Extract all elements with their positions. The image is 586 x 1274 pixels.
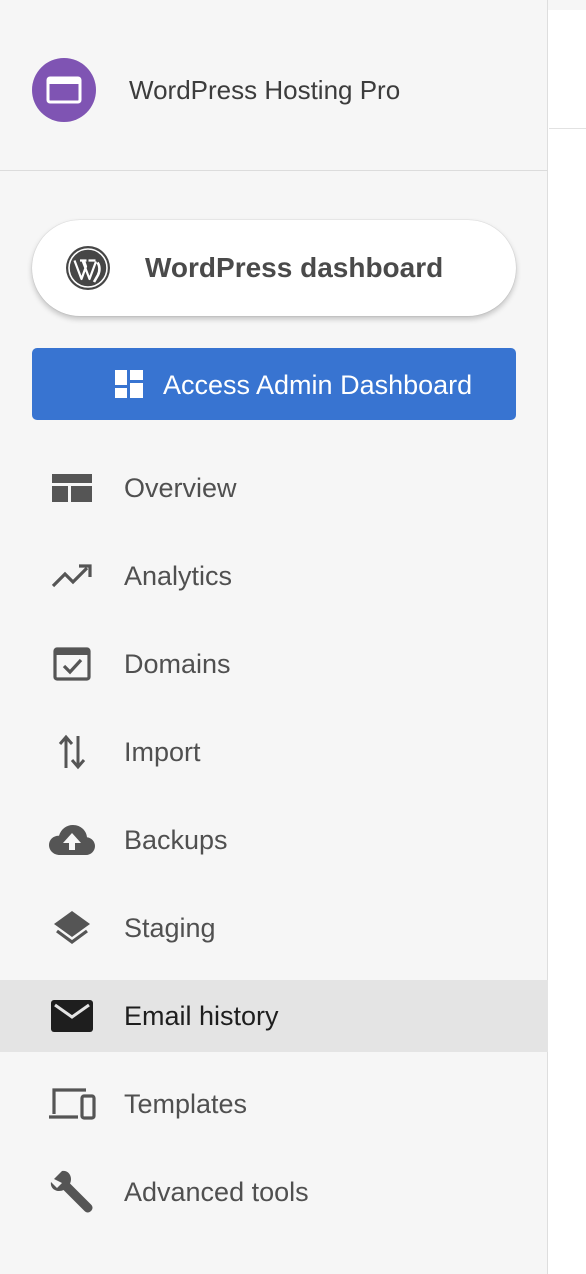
access-admin-dashboard-button[interactable]: Access Admin Dashboard [32, 348, 516, 420]
wordpress-logo-icon [66, 246, 110, 290]
sidebar-item-overview[interactable]: Overview [0, 444, 548, 532]
sidebar-item-backups[interactable]: Backups [0, 796, 548, 884]
header-divider [549, 128, 586, 129]
sidebar-item-analytics[interactable]: Analytics [0, 532, 548, 620]
sidebar-item-label: Backups [124, 825, 228, 855]
access-admin-dashboard-label: Access Admin Dashboard [163, 370, 473, 400]
sidebar-item-label: Staging [124, 913, 216, 943]
browser-window-icon [46, 76, 82, 104]
sidebar-item-label: Overview [124, 473, 237, 503]
sidebar-item-label: Analytics [124, 561, 233, 591]
wrench-icon [48, 1170, 96, 1213]
site-avatar[interactable] [32, 58, 96, 122]
dashboard-grid-icon [115, 370, 143, 398]
sidebar-item-import[interactable]: Import [0, 708, 548, 796]
sidebar-item-staging[interactable]: Staging [0, 884, 548, 972]
sidebar-item-templates[interactable]: Templates [0, 1060, 548, 1148]
sidebar-item-label: Templates [124, 1089, 248, 1119]
sidebar-item-label: Email history [124, 1001, 279, 1031]
sidebar-item-label: Domains [124, 649, 231, 679]
wordpress-dashboard-label: WordPress dashboard [145, 252, 444, 283]
sidebar-item-label: Advanced tools [124, 1177, 309, 1207]
mail-icon [48, 996, 96, 1036]
trending-up-icon [48, 556, 96, 596]
sidebar: WordPress Hosting Pro WordPress dashboar… [0, 0, 548, 1274]
sidebar-item-email-history[interactable]: Email history [0, 980, 548, 1052]
devices-icon [48, 1084, 96, 1124]
import-arrows-icon [48, 732, 96, 772]
cloud-upload-icon [48, 820, 96, 860]
sidebar-item-label: Import [124, 737, 201, 767]
wordpress-dashboard-button[interactable]: WordPress dashboard [32, 220, 516, 316]
main-content [549, 10, 586, 1274]
site-name: WordPress Hosting Pro [129, 75, 401, 105]
site-header[interactable]: WordPress Hosting Pro [0, 10, 548, 171]
overview-layout-icon [48, 468, 96, 508]
layers-icon [48, 908, 96, 948]
sidebar-nav: Overview Analytics Domains Import Backup… [0, 444, 548, 1236]
sidebar-item-domains[interactable]: Domains [0, 620, 548, 708]
sidebar-item-advanced-tools[interactable]: Advanced tools [0, 1148, 548, 1236]
domain-check-icon [48, 644, 96, 684]
